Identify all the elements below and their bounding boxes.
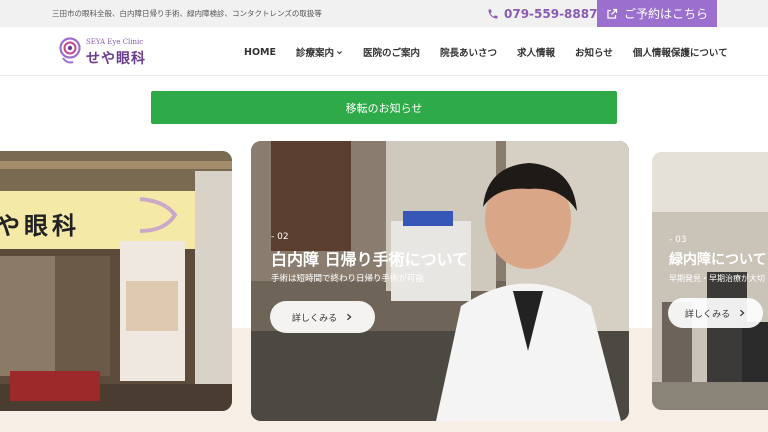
details-button[interactable]: 詳しくみる	[270, 301, 375, 333]
nav-item-services[interactable]: 診療案内	[296, 45, 343, 59]
external-link-icon	[607, 8, 618, 19]
slide-glaucoma[interactable]: - 03 緑内障について 早期発見・早期治療が大切 詳しくみる	[652, 152, 768, 410]
storefront-photo	[0, 151, 232, 411]
nav-item-home[interactable]: HOME	[244, 45, 276, 59]
nav-item-clinic[interactable]: 医院のご案内	[363, 45, 420, 59]
logo-japanese: せや眼科	[86, 51, 146, 67]
arrow-right-icon	[740, 309, 745, 317]
nav-item-privacy[interactable]: 個人情報保護について	[633, 45, 728, 59]
phone-icon	[488, 9, 498, 19]
site-logo[interactable]: SEYA Eye Clinic せや眼科	[58, 37, 178, 67]
eye-logo-icon	[59, 37, 81, 64]
slide-title: 白内障 日帰り手術について	[271, 250, 469, 269]
slide-title: 緑内障について	[669, 252, 767, 268]
main-nav: HOME 診療案内 医院のご案内 院長あいさつ 求人情報 お知らせ 個人情報保護…	[244, 45, 728, 60]
slide-number: - 03	[669, 235, 687, 245]
slide-subtitle: 早期発見・早期治療が大切	[669, 274, 765, 283]
reservation-label: ご予約はこちら	[623, 7, 708, 21]
reservation-button[interactable]: ご予約はこちら	[597, 0, 717, 27]
top-info-bar: 三田市の眼科全般、白内障日帰り手術、緑内障検診、コンタクトレンズの取扱等 079…	[0, 0, 768, 27]
phone-link[interactable]: 079-559-8887	[487, 5, 597, 23]
slide-subtitle: 手術は短時間で終わり日帰り手術が可能	[271, 274, 425, 284]
details-button-label: 詳しくみる	[684, 309, 731, 320]
slide-number: - 02	[271, 232, 289, 242]
details-button[interactable]: 詳しくみる	[668, 298, 763, 328]
slide-cataract[interactable]: - 02 白内障 日帰り手術について 手術は短時間で終わり日帰り手術が可能 詳し…	[251, 141, 629, 421]
site-header: SEYA Eye Clinic せや眼科 HOME 診療案内 医院のご案内 院長…	[0, 27, 768, 76]
chevron-down-icon	[337, 50, 342, 54]
phone-number: 079-559-8887	[504, 7, 598, 21]
nav-item-jobs[interactable]: 求人情報	[517, 45, 555, 59]
slide-storefront[interactable]: や眼科	[0, 151, 232, 411]
arrow-right-icon	[347, 313, 352, 321]
nav-item-greeting[interactable]: 院長あいさつ	[440, 45, 497, 59]
clinic-description: 三田市の眼科全般、白内障日帰り手術、緑内障検診、コンタクトレンズの取扱等	[52, 9, 322, 18]
logo-english: SEYA Eye Clinic	[86, 38, 144, 46]
nav-item-news[interactable]: お知らせ	[575, 45, 613, 59]
storefront-sign-text: や眼科	[0, 212, 80, 240]
relocation-notice-button[interactable]: 移転のお知らせ	[151, 91, 617, 124]
details-button-label: 詳しくみる	[291, 313, 338, 324]
